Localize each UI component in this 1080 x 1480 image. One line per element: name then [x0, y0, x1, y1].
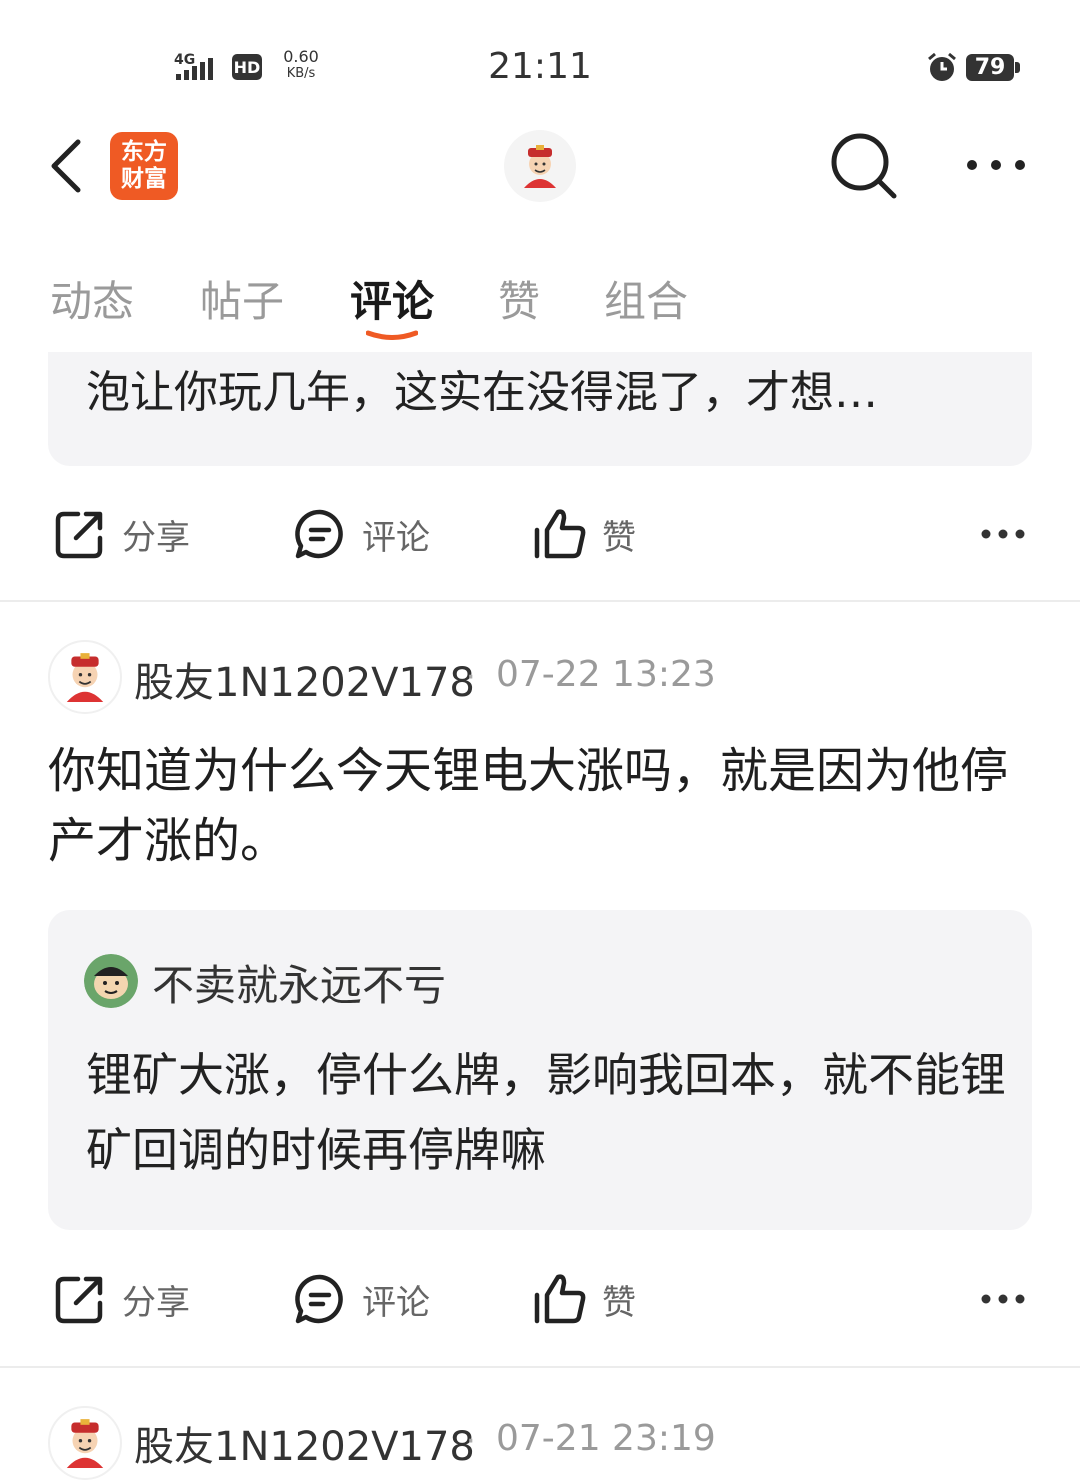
like-button[interactable]: 赞 [532, 1259, 636, 1339]
post-more-icon[interactable] [980, 1284, 1026, 1314]
separator-dot: · [466, 1424, 476, 1459]
share-icon [55, 1276, 103, 1324]
quoted-comment-text: 锂矿大涨，停什么牌，影响我回本，就不能锂矿回调的时候再停牌嘛 [86, 1048, 1006, 1177]
tab-posts[interactable]: 帖子 [200, 268, 284, 329]
post-actions: 分享 评论 赞 [0, 494, 1080, 574]
svg-text:4G: 4G [174, 52, 195, 68]
network-speed: 0.60 KB/s [283, 47, 319, 81]
status-time: 21:11 [488, 46, 592, 87]
thumbs-up-icon [534, 1274, 586, 1324]
alarm-icon [928, 52, 956, 81]
share-icon [55, 511, 103, 559]
thumbs-up-icon [534, 509, 586, 559]
post-time: 07-22 13:23 [496, 654, 716, 695]
battery-indicator: 79 [966, 54, 1020, 81]
post-username[interactable]: 股友1N1202V178 [134, 1414, 475, 1472]
share-button[interactable]: 分享 [52, 1259, 190, 1339]
comment-icon [295, 509, 343, 559]
cartoon-avatar-icon [84, 954, 138, 1008]
separator-dot: · [466, 660, 476, 695]
comment-button[interactable]: 评论 [292, 494, 430, 574]
quoted-comment-card[interactable]: 不卖就永远不亏 锂矿大涨，停什么牌，影响我回本，就不能锂矿回调的时候再停牌嘛 [48, 910, 1032, 1230]
post-actions: 分享 评论 赞 [0, 1259, 1080, 1339]
share-button[interactable]: 分享 [52, 494, 190, 574]
fortune-god-avatar-icon [524, 145, 556, 188]
comment-icon [295, 1274, 343, 1324]
quoted-username[interactable]: 不卖就永远不亏 [152, 952, 446, 1013]
tab-likes[interactable]: 赞 [498, 268, 540, 329]
profile-avatar[interactable] [504, 130, 576, 202]
signal-icon: 4G [174, 52, 213, 80]
quoted-comment-text: 泡让你玩几年，这实在没得混了，才想… [86, 367, 878, 418]
hd-badge: HD [232, 54, 262, 80]
active-tab-indicator [366, 330, 418, 340]
quoted-user-avatar[interactable] [84, 954, 138, 1008]
tab-dynamic[interactable]: 动态 [50, 268, 134, 329]
fortune-god-avatar-icon [66, 1419, 104, 1468]
tab-comments[interactable]: 评论 [350, 268, 434, 329]
tab-portfolio[interactable]: 组合 [604, 268, 688, 329]
post-time: 07-21 23:19 [496, 1418, 716, 1459]
comment-button[interactable]: 评论 [292, 1259, 430, 1339]
back-arrow-icon[interactable] [44, 134, 92, 198]
post-username[interactable]: 股友1N1202V178 [134, 650, 475, 708]
search-icon[interactable] [828, 130, 900, 202]
divider [0, 600, 1080, 602]
post-more-icon[interactable] [980, 519, 1026, 549]
post-body[interactable]: 你知道为什么今天锂电大涨吗，就是因为他停产才涨的。 [48, 736, 1038, 876]
user-avatar[interactable] [48, 1406, 122, 1480]
status-bar: 4G HD 0.60 KB/s 21:11 79 [0, 0, 1080, 120]
like-button[interactable]: 赞 [532, 494, 636, 574]
quoted-comment-card[interactable]: 泡让你玩几年，这实在没得混了，才想… [48, 352, 1032, 466]
fortune-god-avatar-icon [66, 653, 104, 702]
brand-logo[interactable]: 东方 财富 [110, 132, 178, 200]
more-options-icon[interactable] [964, 150, 1028, 180]
user-avatar[interactable] [48, 640, 122, 714]
tab-bar: 动态 帖子 评论 赞 组合 [0, 258, 1080, 348]
divider [0, 1366, 1080, 1368]
